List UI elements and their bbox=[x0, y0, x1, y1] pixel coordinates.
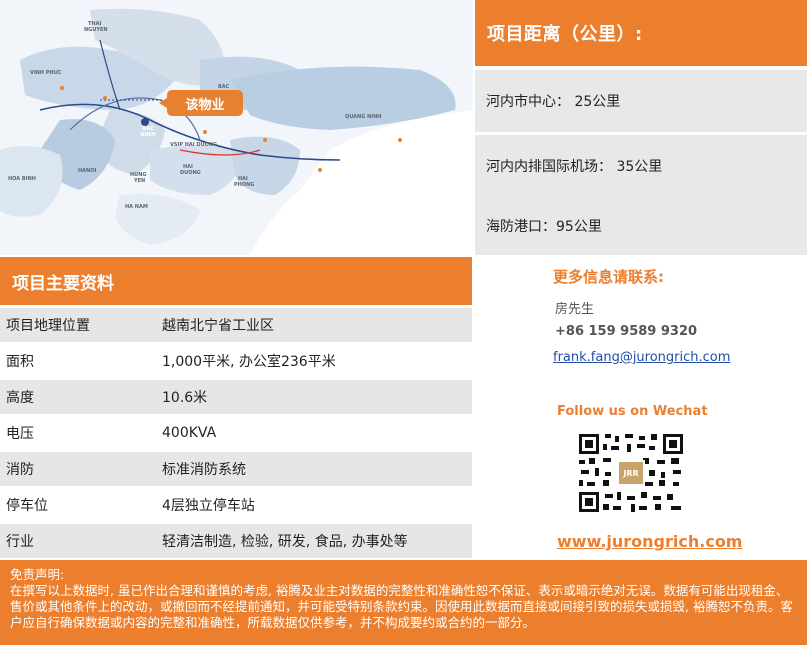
info-key: 消防 bbox=[6, 462, 34, 478]
map-graphic: THAI NGUYEN VINH PHUC BAC GIANG BAC NINH… bbox=[0, 0, 473, 255]
svg-text:VSIP HAI DUONG: VSIP HAI DUONG bbox=[170, 142, 217, 148]
distance-row: 河内内排国际机场： 35公里 bbox=[475, 135, 807, 197]
svg-text:PHONG: PHONG bbox=[234, 182, 254, 188]
follow-wechat-label: Follow us on Wechat bbox=[557, 404, 708, 419]
info-value: 10.6米 bbox=[162, 390, 208, 406]
svg-text:NGUYEN: NGUYEN bbox=[84, 27, 108, 33]
info-value: 轻清洁制造, 检验, 研发, 食品, 办事处等 bbox=[162, 534, 408, 550]
info-key: 高度 bbox=[6, 390, 34, 406]
disclaimer-body: 在撰写以上数据时, 虽已作出合理和谨慎的考虑, 裕腾及业主对数据的完整性和准确性… bbox=[10, 583, 793, 630]
info-value: 400KVA bbox=[162, 425, 217, 441]
svg-text:QUANG NINH: QUANG NINH bbox=[345, 114, 381, 120]
svg-text:YEN: YEN bbox=[133, 178, 145, 184]
distance-row: 河内市中心： 25公里 bbox=[475, 70, 807, 132]
info-row-height: 高度 10.6米 bbox=[0, 380, 472, 414]
location-map: THAI NGUYEN VINH PHUC BAC GIANG BAC NINH… bbox=[0, 0, 473, 255]
contact-email-link[interactable]: frank.fang@jurongrich.com bbox=[553, 350, 730, 365]
svg-text:HA NAM: HA NAM bbox=[125, 204, 148, 210]
wechat-qr-code-icon: JRR bbox=[577, 432, 685, 514]
contact-phone: +86 159 9589 9320 bbox=[555, 324, 698, 339]
contact-title: 更多信息请联系: bbox=[553, 268, 664, 286]
info-value: 越南北宁省工业区 bbox=[162, 318, 274, 334]
svg-text:HANOI: HANOI bbox=[78, 168, 96, 174]
info-row-parking: 停车位 4层独立停车站 bbox=[0, 488, 472, 522]
svg-text:VINH PHUC: VINH PHUC bbox=[30, 70, 62, 76]
info-key: 项目地理位置 bbox=[6, 318, 90, 334]
info-row-voltage: 电压 400KVA bbox=[0, 416, 472, 450]
info-key: 停车位 bbox=[6, 498, 48, 514]
info-title: 项目主要资料 bbox=[0, 257, 472, 305]
distance-row: 海防港口：95公里 bbox=[475, 197, 807, 255]
info-row-location: 项目地理位置 越南北宁省工业区 bbox=[0, 308, 472, 342]
svg-text:NINH: NINH bbox=[140, 132, 156, 138]
info-row-industry: 行业 轻清洁制造, 检验, 研发, 食品, 办事处等 bbox=[0, 524, 472, 558]
svg-text:HOA BINH: HOA BINH bbox=[8, 176, 36, 182]
property-callout: 该物业 bbox=[159, 90, 243, 116]
info-key: 电压 bbox=[6, 426, 34, 442]
qr-center-logo: JRR bbox=[622, 469, 638, 478]
contact-name: 房先生 bbox=[555, 302, 595, 317]
info-value: 4层独立停车站 bbox=[162, 498, 255, 514]
svg-text:DUONG: DUONG bbox=[180, 170, 201, 176]
distance-title: 项目距离（公里）: bbox=[475, 0, 807, 66]
disclaimer-box: 免责声明: 在撰写以上数据时, 虽已作出合理和谨慎的考虑, 裕腾及业主对数据的完… bbox=[0, 560, 807, 645]
info-row-fire: 消防 标准消防系统 bbox=[0, 452, 472, 486]
info-row-area: 面积 1,000平米, 办公室236平米 bbox=[0, 344, 472, 378]
info-key: 面积 bbox=[6, 354, 34, 370]
info-value: 标准消防系统 bbox=[162, 462, 246, 478]
info-value: 1,000平米, 办公室236平米 bbox=[162, 354, 336, 370]
info-key: 行业 bbox=[6, 534, 34, 550]
disclaimer-title: 免责声明: bbox=[10, 567, 65, 582]
website-link[interactable]: www.jurongrich.com bbox=[557, 532, 742, 551]
